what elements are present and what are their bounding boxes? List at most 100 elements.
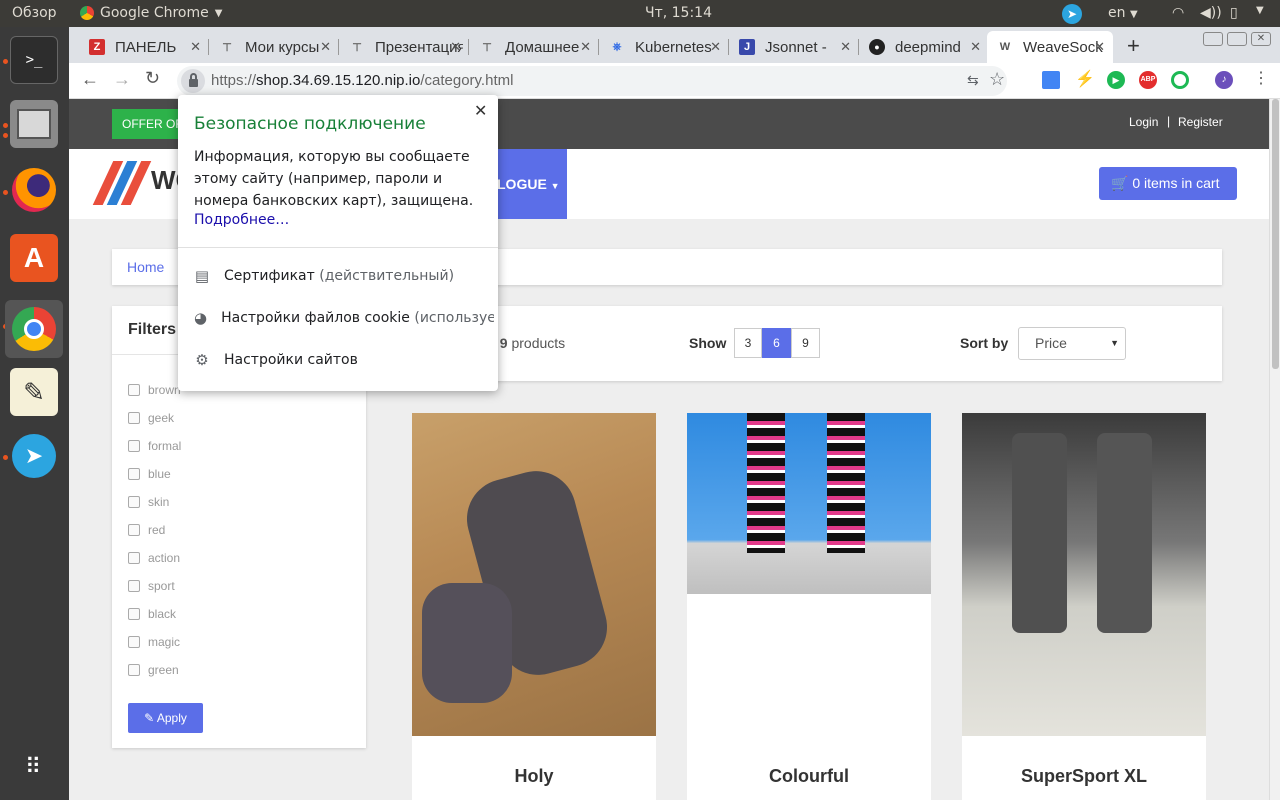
launcher-dock: >_ A ✎ ➤ ⠿ xyxy=(0,27,69,800)
lightning-extension-icon[interactable]: ⚡ xyxy=(1075,69,1095,89)
tab-weavesocks-active[interactable]: W WeaveSocks ✕ xyxy=(987,31,1113,63)
login-link[interactable]: Login xyxy=(1129,115,1158,129)
product-card[interactable]: Colourful xyxy=(687,413,931,800)
certificate-item[interactable]: ▤ Сертификат (действительный) xyxy=(194,268,494,284)
product-image[interactable] xyxy=(687,413,931,594)
music-extension-icon[interactable]: ♪ xyxy=(1215,71,1233,89)
product-name[interactable]: Holy xyxy=(412,766,656,787)
battery-icon[interactable]: ▯ xyxy=(1230,5,1238,21)
show-3-button[interactable]: 3 xyxy=(734,328,762,358)
address-bar[interactable]: https://shop.34.69.15.120.nip.io/categor… xyxy=(177,66,1007,96)
catalogue-menu[interactable]: LOGUE ▼ xyxy=(489,149,567,219)
learn-more-link[interactable]: Подробнее… xyxy=(194,212,289,228)
tab-jsonnet[interactable]: J Jsonnet - ✕ xyxy=(729,31,859,63)
sort-select[interactable]: Price ▼ xyxy=(1018,327,1126,360)
product-card[interactable]: Holy xyxy=(412,413,656,800)
close-tab-icon[interactable]: ✕ xyxy=(320,39,331,55)
tab-panel[interactable]: Z ПАНЕЛЬ ✕ xyxy=(79,31,209,63)
apply-button[interactable]: ✎ Apply xyxy=(128,703,203,733)
product-name[interactable]: SuperSport XL xyxy=(962,766,1206,787)
firefox-icon[interactable] xyxy=(10,166,58,214)
breadcrumb-home-link[interactable]: Home xyxy=(127,259,164,275)
filter-checkbox[interactable]: red xyxy=(128,516,181,544)
cookie-settings-item[interactable]: ◕Настройки файлов cookie (используется) xyxy=(194,310,494,326)
back-arrow-icon[interactable]: ← xyxy=(81,69,99,90)
software-center-icon[interactable]: A xyxy=(10,234,58,282)
tab-presentation[interactable]: ⊤ Презентация ✕ xyxy=(339,31,469,63)
site-info-popup: Безопасное подключение ✕ Информация, кот… xyxy=(178,95,498,391)
reload-icon[interactable]: ↻ xyxy=(145,68,160,89)
filters-title: Filters xyxy=(128,321,177,338)
filter-checkbox[interactable]: magic xyxy=(128,628,181,656)
text-editor-icon[interactable]: ✎ xyxy=(10,368,58,416)
wifi-icon[interactable]: ◠ xyxy=(1172,5,1184,21)
adblock-extension-icon[interactable]: ABP xyxy=(1139,71,1157,89)
close-tab-icon[interactable]: ✕ xyxy=(970,39,981,55)
maximize-window-button[interactable] xyxy=(1227,32,1247,46)
close-window-button[interactable]: ✕ xyxy=(1251,32,1271,46)
scrollbar[interactable] xyxy=(1269,99,1280,800)
chrome-menu-icon[interactable]: ⋮ xyxy=(1253,68,1269,88)
certificate-icon: ▤ xyxy=(194,268,210,284)
filter-checkbox[interactable]: brown xyxy=(128,376,181,404)
site-settings-item[interactable]: ⚙ Настройки сайтов xyxy=(194,352,494,368)
close-tab-icon[interactable]: ✕ xyxy=(190,39,201,55)
filter-checkbox[interactable]: black xyxy=(128,600,181,628)
close-icon[interactable]: ✕ xyxy=(474,101,487,120)
google-translate-extension-icon[interactable] xyxy=(1042,71,1060,89)
new-tab-button[interactable]: + xyxy=(1127,33,1140,59)
telegram-icon[interactable]: ➤ xyxy=(10,432,58,480)
product-image[interactable] xyxy=(412,413,656,736)
apps-grid-icon[interactable]: ⠿ xyxy=(10,742,58,790)
filter-checkbox[interactable]: action xyxy=(128,544,181,572)
tab-favicon-icon: ⊤ xyxy=(222,41,232,54)
tab-favicon-icon: Z xyxy=(89,39,105,55)
product-image[interactable] xyxy=(962,413,1206,736)
volume-icon[interactable]: ◀)) xyxy=(1200,5,1222,21)
clock[interactable]: Чт, 15:14 xyxy=(645,5,712,21)
bookmark-star-icon[interactable]: ☆ xyxy=(989,69,1005,90)
tab-deepmind[interactable]: ● deepmind ✕ xyxy=(859,31,989,63)
terminal-icon[interactable]: >_ xyxy=(10,36,58,84)
filter-checkbox[interactable]: sport xyxy=(128,572,181,600)
close-tab-icon[interactable]: ✕ xyxy=(840,39,851,55)
cart-icon: 🛒 xyxy=(1111,175,1129,191)
telegram-tray-icon[interactable]: ➤ xyxy=(1062,4,1082,24)
url-text[interactable]: https://shop.34.69.15.120.nip.io/categor… xyxy=(211,72,513,89)
filter-checkbox[interactable]: green xyxy=(128,656,181,684)
forward-arrow-icon[interactable]: → xyxy=(113,69,131,90)
filter-checkbox[interactable]: geek xyxy=(128,404,181,432)
show-9-button[interactable]: 9 xyxy=(791,328,820,358)
popup-title: Безопасное подключение xyxy=(194,114,426,134)
close-tab-icon[interactable]: ✕ xyxy=(450,39,461,55)
show-6-button[interactable]: 6 xyxy=(762,328,791,358)
close-tab-icon[interactable]: ✕ xyxy=(710,39,721,55)
record-extension-icon[interactable] xyxy=(1171,71,1189,89)
weavesocks-favicon-icon: W xyxy=(999,41,1011,53)
tab-courses[interactable]: ⊤ Мои курсы ✕ xyxy=(209,31,339,63)
translate-icon[interactable]: ⇆ xyxy=(967,72,979,89)
filter-checkbox[interactable]: blue xyxy=(128,460,181,488)
weavesocks-logo-icon[interactable] xyxy=(92,159,152,209)
minimize-window-button[interactable] xyxy=(1203,32,1223,46)
cart-button[interactable]: 🛒 0 items in cart xyxy=(1099,167,1237,200)
product-card[interactable]: SuperSport XL xyxy=(962,413,1206,800)
close-tab-icon[interactable]: ✕ xyxy=(1094,39,1105,55)
lock-icon[interactable] xyxy=(181,69,205,93)
jsonnet-icon: J xyxy=(739,39,755,55)
language-indicator[interactable]: en ▼ xyxy=(1108,5,1138,21)
system-menu-icon[interactable]: ▼ xyxy=(1256,5,1264,16)
app-menu[interactable]: Google Chrome ▼ xyxy=(80,5,222,21)
popup-body: Информация, которую вы сообщаете этому с… xyxy=(194,149,474,209)
register-link[interactable]: Register xyxy=(1178,115,1223,129)
chrome-icon[interactable] xyxy=(5,300,63,358)
play-extension-icon[interactable]: ▶ xyxy=(1107,71,1125,89)
close-tab-icon[interactable]: ✕ xyxy=(580,39,591,55)
filter-checkbox[interactable]: formal xyxy=(128,432,181,460)
activities-button[interactable]: Обзор xyxy=(12,5,57,21)
product-name[interactable]: Colourful xyxy=(687,766,931,787)
tab-homework[interactable]: ⊤ Домашнее ✕ xyxy=(469,31,599,63)
files-icon[interactable] xyxy=(10,100,58,148)
filter-checkbox[interactable]: skin xyxy=(128,488,181,516)
tab-kubernetes[interactable]: ⎈ Kubernetes ✕ xyxy=(599,31,729,63)
